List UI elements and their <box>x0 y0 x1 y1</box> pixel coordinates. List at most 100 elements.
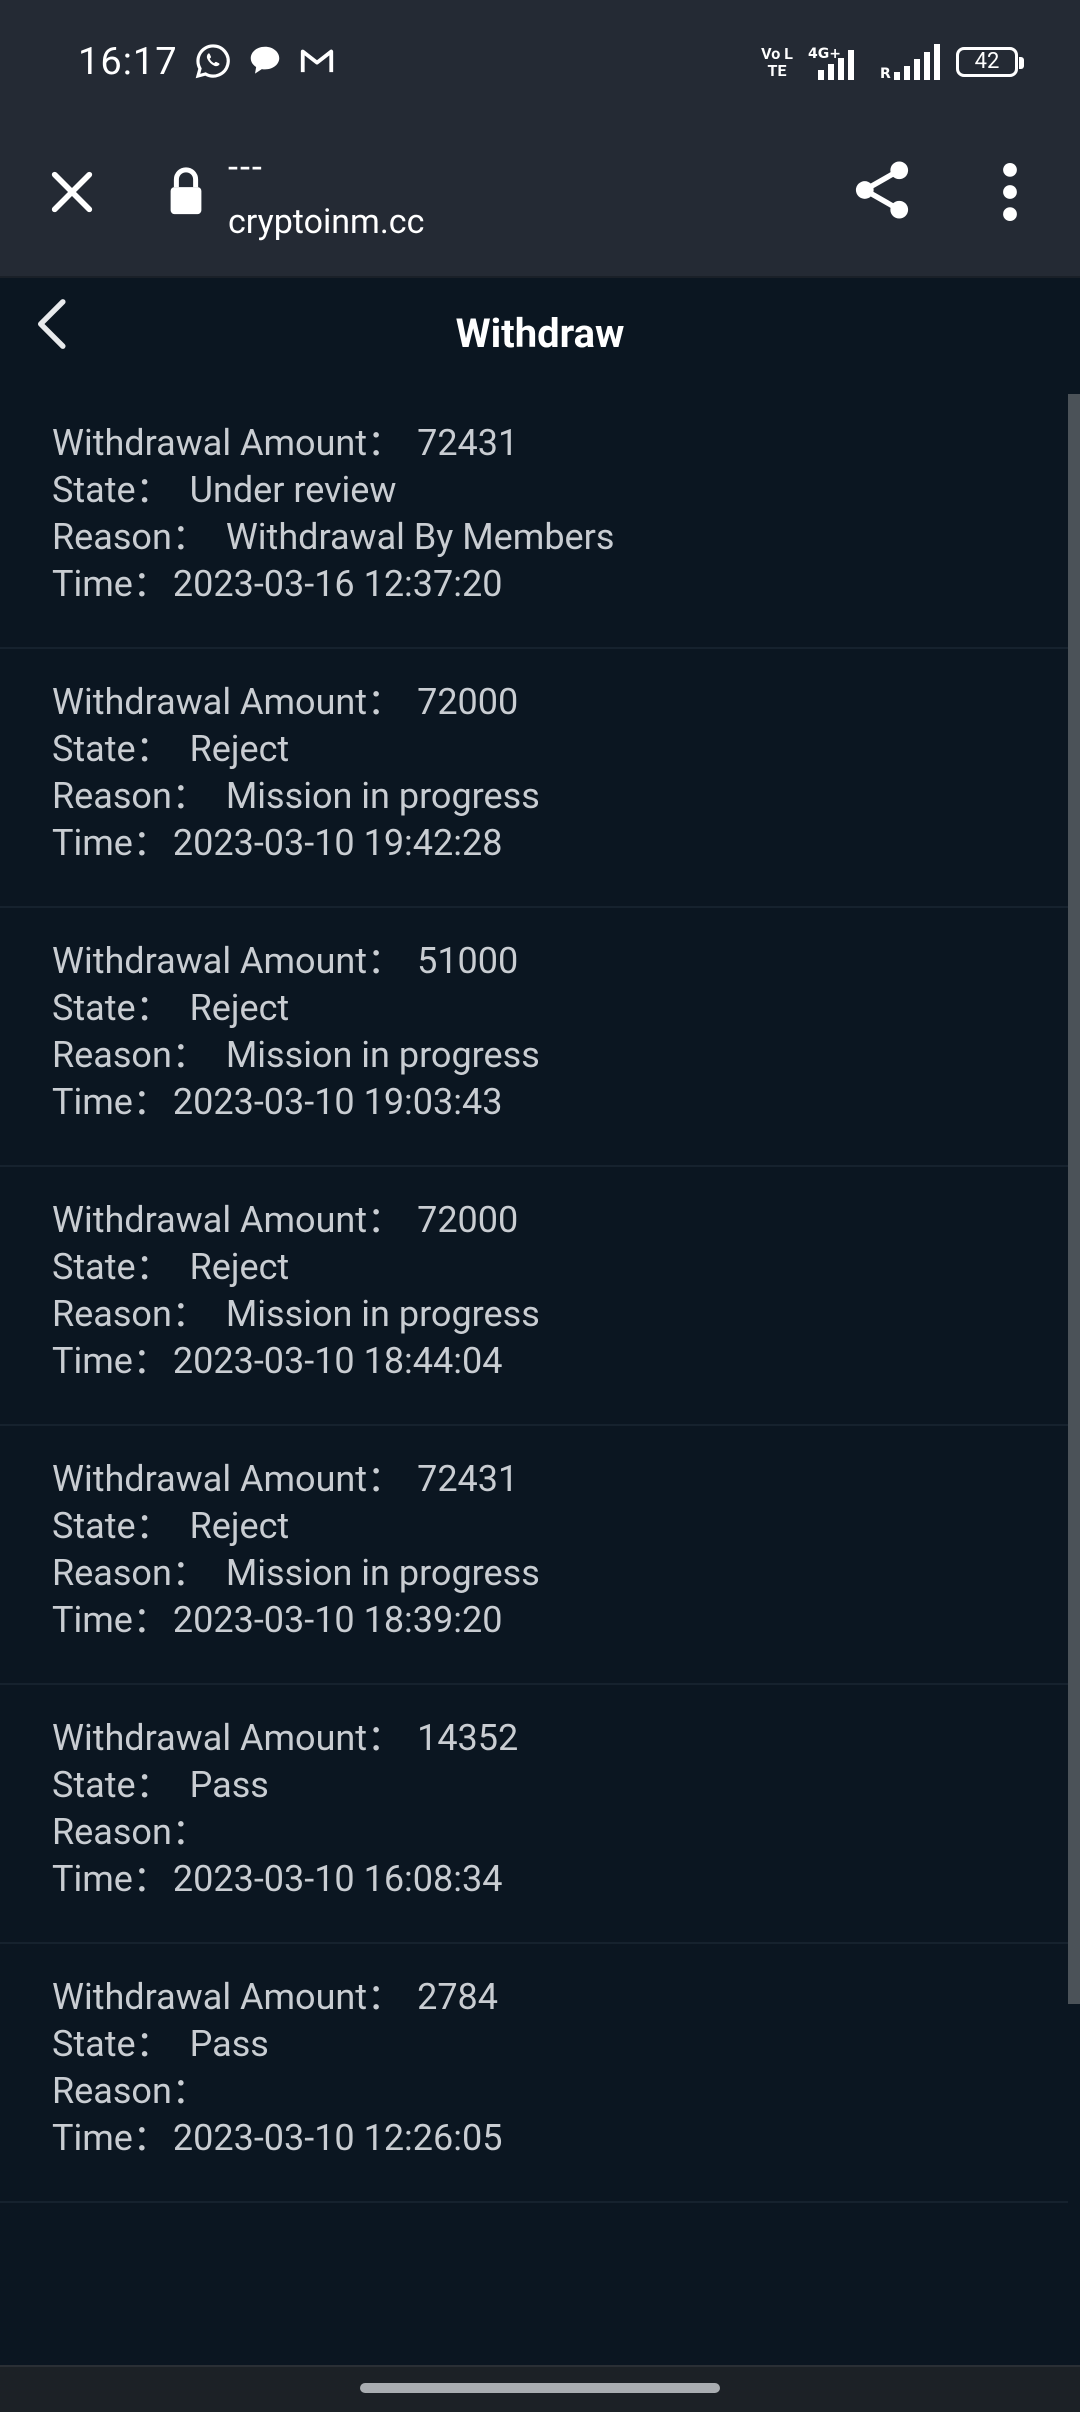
state-value: Reject <box>189 987 290 1029</box>
reason-row: Reason： Mission in progress <box>52 1291 1068 1338</box>
volte-label: Vo LTE <box>761 44 793 80</box>
state-value: Under review <box>189 469 397 511</box>
reason-row: Reason： <box>52 2068 1068 2115</box>
amount-row: Withdrawal Amount： 72000 <box>52 1197 1068 1244</box>
amount-label: Withdrawal Amount： <box>52 681 404 723</box>
withdraw-record: Withdrawal Amount： 72000 State： Reject Rea… <box>0 1167 1068 1426</box>
reason-value: Mission in progress <box>225 1034 540 1076</box>
time-row: Time： 2023-03-10 19:42:28 <box>52 820 1068 867</box>
reason-row: Reason： Withdrawal By Members <box>52 514 1068 561</box>
amount-label: Withdrawal Amount： <box>52 940 404 982</box>
state-value: Pass <box>189 2023 269 2065</box>
state-label: State： <box>52 728 172 770</box>
withdraw-record: Withdrawal Amount： 14352 State： Pass Reaso… <box>0 1685 1068 1944</box>
reason-row: Reason： Mission in progress <box>52 773 1068 820</box>
state-row: State： Reject <box>52 1503 1068 1550</box>
reason-row: Reason： Mission in progress <box>52 1550 1068 1597</box>
state-row: State： Pass <box>52 1762 1068 1809</box>
time-row: Time： 2023-03-10 19:03:43 <box>52 1079 1068 1126</box>
amount-row: Withdrawal Amount： 51000 <box>52 938 1068 985</box>
withdraw-record: Withdrawal Amount： 72431 State： Under revi… <box>0 390 1068 649</box>
reason-label: Reason： <box>52 1034 208 1076</box>
svg-text:R: R <box>880 66 891 80</box>
amount-label: Withdrawal Amount： <box>52 422 404 464</box>
time-value: 2023-03-10 16:08:34 <box>172 1858 503 1900</box>
time-row: Time： 2023-03-10 16:08:34 <box>52 1856 1068 1903</box>
time-label: Time： <box>52 1081 169 1123</box>
reason-label: Reason： <box>52 1552 208 1594</box>
screen: 16:17 Vo LTE 4G+ R 42 --- cryptoinm.cc W… <box>0 0 1080 2412</box>
time-value: 2023-03-10 12:26:05 <box>172 2117 503 2159</box>
reason-value: Withdrawal By Members <box>225 516 615 558</box>
state-row: State： Reject <box>52 985 1068 1032</box>
browser-toolbar: --- cryptoinm.cc <box>0 124 1080 278</box>
state-value: Reject <box>189 1246 290 1288</box>
withdraw-record: Withdrawal Amount： 72431 State： Reject Rea… <box>0 1426 1068 1685</box>
battery-icon: 42 <box>956 47 1024 77</box>
navigation-bar <box>0 2365 1080 2412</box>
time-row: Time： 2023-03-16 12:37:20 <box>52 561 1068 608</box>
time-label: Time： <box>52 2117 169 2159</box>
time-value: 2023-03-10 19:42:28 <box>172 822 503 864</box>
reason-label: Reason： <box>52 1811 208 1853</box>
reason-label: Reason： <box>52 516 208 558</box>
battery-level: 42 <box>974 49 1000 74</box>
withdraw-list: Withdrawal Amount： 72431 State： Under revi… <box>0 390 1068 2203</box>
amount-label: Withdrawal Amount： <box>52 1199 404 1241</box>
amount-value: 2784 <box>417 1976 499 2018</box>
page-title: --- <box>228 146 264 188</box>
time-value: 2023-03-10 19:03:43 <box>172 1081 503 1123</box>
more-vert-icon[interactable] <box>990 160 1030 224</box>
amount-row: Withdrawal Amount： 72431 <box>52 1456 1068 1503</box>
time-label: Time： <box>52 1599 169 1641</box>
amount-value: 14352 <box>417 1717 519 1759</box>
reason-label: Reason： <box>52 775 208 817</box>
time-label: Time： <box>52 563 169 605</box>
withdraw-record: Withdrawal Amount： 72000 State： Reject Rea… <box>0 649 1068 908</box>
state-value: Reject <box>189 1505 290 1547</box>
amount-row: Withdrawal Amount： 14352 <box>52 1715 1068 1762</box>
state-label: State： <box>52 469 172 511</box>
chat-bubble-icon <box>250 46 280 74</box>
time-row: Time： 2023-03-10 18:44:04 <box>52 1338 1068 1385</box>
state-row: State： Reject <box>52 1244 1068 1291</box>
reason-value: Mission in progress <box>225 1293 540 1335</box>
reason-value: Mission in progress <box>225 1552 540 1594</box>
page-header: Withdraw <box>0 280 1080 390</box>
amount-row: Withdrawal Amount： 72431 <box>52 420 1068 467</box>
amount-label: Withdrawal Amount： <box>52 1717 404 1759</box>
reason-value: Mission in progress <box>225 775 540 817</box>
state-label: State： <box>52 987 172 1029</box>
home-indicator[interactable] <box>360 2383 720 2393</box>
time-value: 2023-03-10 18:44:04 <box>172 1340 503 1382</box>
close-icon[interactable] <box>46 166 98 218</box>
amount-value: 72431 <box>417 422 519 464</box>
signal-icon-2: R <box>880 44 940 80</box>
status-time: 16:17 <box>78 40 178 84</box>
status-indicators: Vo LTE 4G+ R 42 <box>760 42 1024 82</box>
share-icon[interactable] <box>852 158 912 222</box>
reason-row: Reason： Mission in progress <box>52 1032 1068 1079</box>
state-value: Reject <box>189 728 290 770</box>
header-title: Withdraw <box>455 310 625 357</box>
amount-value: 72000 <box>417 681 519 723</box>
status-bar: 16:17 Vo LTE 4G+ R 42 <box>0 0 1080 124</box>
state-value: Pass <box>189 1764 269 1806</box>
network-label: 4G+ <box>808 46 841 62</box>
gmail-icon <box>300 49 334 73</box>
withdraw-record: Withdrawal Amount： 51000 State： Reject Rea… <box>0 908 1068 1167</box>
page-url[interactable]: cryptoinm.cc <box>228 202 424 242</box>
time-label: Time： <box>52 822 169 864</box>
amount-label: Withdrawal Amount： <box>52 1976 404 2018</box>
time-row: Time： 2023-03-10 18:39:20 <box>52 1597 1068 1644</box>
state-row: State： Pass <box>52 2021 1068 2068</box>
time-label: Time： <box>52 1858 169 1900</box>
time-value: 2023-03-16 12:37:20 <box>172 563 503 605</box>
state-label: State： <box>52 2023 172 2065</box>
amount-row: Withdrawal Amount： 72000 <box>52 679 1068 726</box>
amount-row: Withdrawal Amount： 2784 <box>52 1974 1068 2021</box>
reason-label: Reason： <box>52 2070 208 2112</box>
reason-row: Reason： <box>52 1809 1068 1856</box>
scrollbar[interactable] <box>1068 394 1080 2004</box>
signal-icon: 4G+ <box>808 46 854 80</box>
